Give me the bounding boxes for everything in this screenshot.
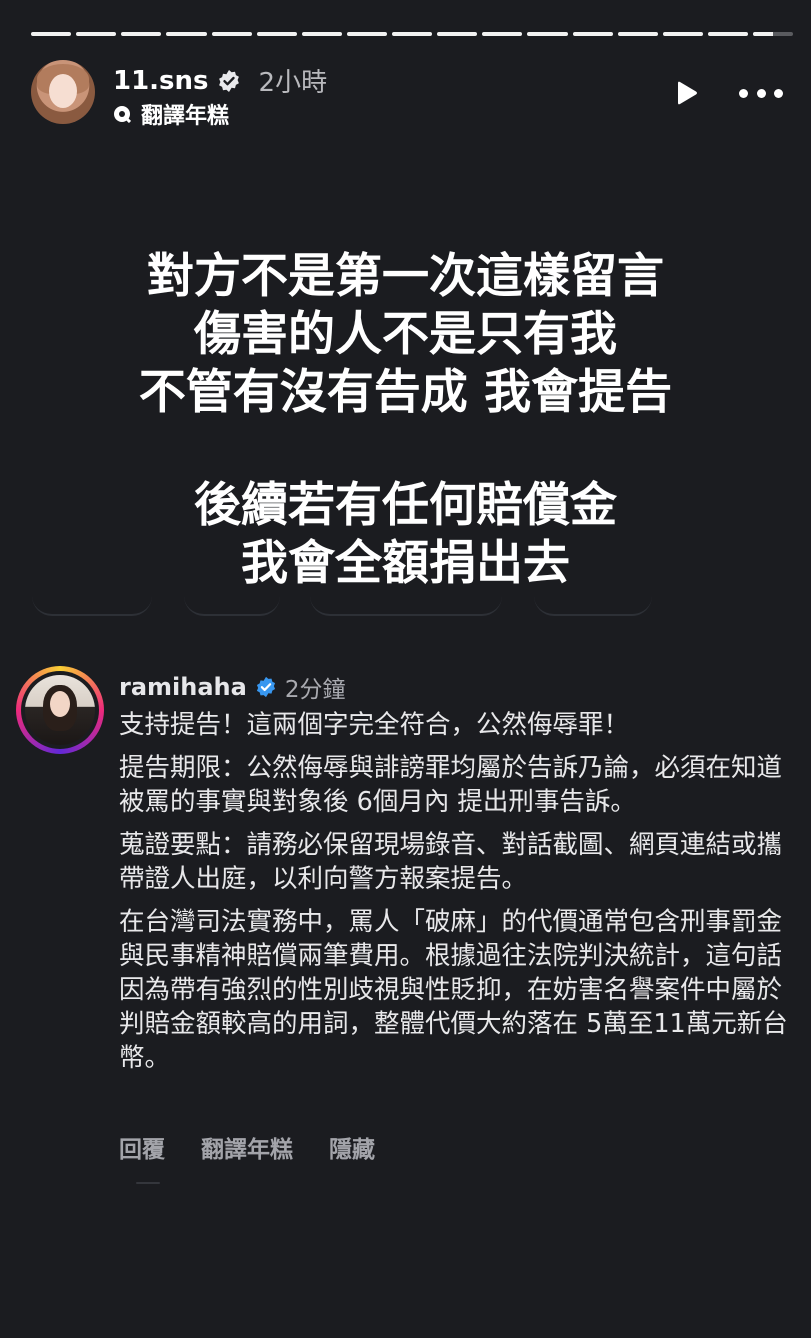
story-text-block-2: 後續若有任何賠償金 我會全額捐出去 bbox=[0, 477, 811, 593]
story-text-line: 不管有沒有告成 我會提告 bbox=[138, 365, 673, 420]
story-text-block-1: 對方不是第一次這樣留言 傷害的人不是只有我 不管有沒有告成 我會提告 bbox=[0, 248, 811, 422]
comment-body: 支持提告！這兩個字完全符合，公然侮辱罪！ 提告期限：公然侮辱與誹謗罪均屬於告訴乃… bbox=[119, 708, 799, 1084]
progress-segment bbox=[166, 32, 207, 36]
verified-badge-icon bbox=[218, 69, 239, 92]
story-progress-bar bbox=[31, 32, 794, 36]
progress-segment bbox=[31, 32, 72, 36]
story-text-line: 我會全額捐出去 bbox=[241, 536, 570, 591]
translate-line[interactable]: 翻譯年糕 bbox=[113, 98, 229, 130]
progress-segment bbox=[346, 32, 387, 36]
hide-button[interactable]: 隱藏 bbox=[329, 1130, 375, 1164]
comment-actions: 回覆 翻譯年糕 隱藏 bbox=[119, 1130, 375, 1164]
progress-segment bbox=[211, 32, 252, 36]
comment-paragraph: 在台灣司法實務中，罵人「破麻」的代價通常包含刑事罰金與民事精神賠償兩筆費用。根據… bbox=[119, 907, 788, 1073]
comment-header: ramihaha 2分鐘 bbox=[119, 670, 345, 704]
story-header: 11.sns 2小時 翻譯年糕 bbox=[31, 60, 791, 130]
comment-paragraph: 支持提告！這兩個字完全符合，公然侮辱罪！ bbox=[119, 710, 630, 740]
faded-ui-outline bbox=[32, 596, 672, 616]
translate-label: 翻譯年糕 bbox=[141, 104, 230, 129]
progress-segment bbox=[256, 32, 297, 36]
comment-time: 2分鐘 bbox=[284, 677, 346, 703]
story-text-line: 後續若有任何賠償金 bbox=[194, 478, 617, 533]
play-icon[interactable] bbox=[673, 80, 699, 106]
progress-segment bbox=[121, 32, 162, 36]
post-time: 2小時 bbox=[258, 68, 328, 98]
profile-avatar[interactable] bbox=[31, 60, 95, 124]
progress-segment bbox=[753, 32, 794, 36]
progress-segment bbox=[527, 32, 568, 36]
progress-segment bbox=[392, 32, 433, 36]
commenter-username[interactable]: ramihaha bbox=[119, 673, 247, 701]
progress-segment bbox=[437, 32, 478, 36]
translate-button[interactable]: 翻譯年糕 bbox=[201, 1130, 293, 1164]
comment-paragraph: 蒐證要點：請務必保留現場錄音、對話截圖、網頁連結或攜帶證人出庭，以利向警方報案提… bbox=[119, 830, 783, 894]
comment-paragraph: 提告期限：公然侮辱與誹謗罪均屬於告訴乃論，必須在知道被罵的事實與對象後 6個月內… bbox=[119, 753, 783, 817]
progress-segment bbox=[662, 32, 703, 36]
progress-segment bbox=[301, 32, 342, 36]
username[interactable]: 11.sns bbox=[113, 66, 209, 96]
story-text-line: 對方不是第一次這樣留言 bbox=[147, 249, 664, 304]
faded-divider bbox=[136, 1182, 160, 1184]
verified-badge-icon bbox=[256, 676, 275, 698]
user-line: 11.sns 2小時 bbox=[113, 62, 327, 99]
story-text-line: 傷害的人不是只有我 bbox=[194, 307, 617, 362]
reply-button[interactable]: 回覆 bbox=[119, 1130, 165, 1164]
more-icon[interactable] bbox=[739, 82, 783, 104]
progress-segment bbox=[617, 32, 658, 36]
progress-segment bbox=[572, 32, 613, 36]
commenter-avatar[interactable] bbox=[16, 666, 104, 754]
translate-bubble-icon bbox=[114, 106, 131, 123]
progress-segment bbox=[482, 32, 523, 36]
progress-segment bbox=[76, 32, 117, 36]
progress-segment bbox=[707, 32, 748, 36]
